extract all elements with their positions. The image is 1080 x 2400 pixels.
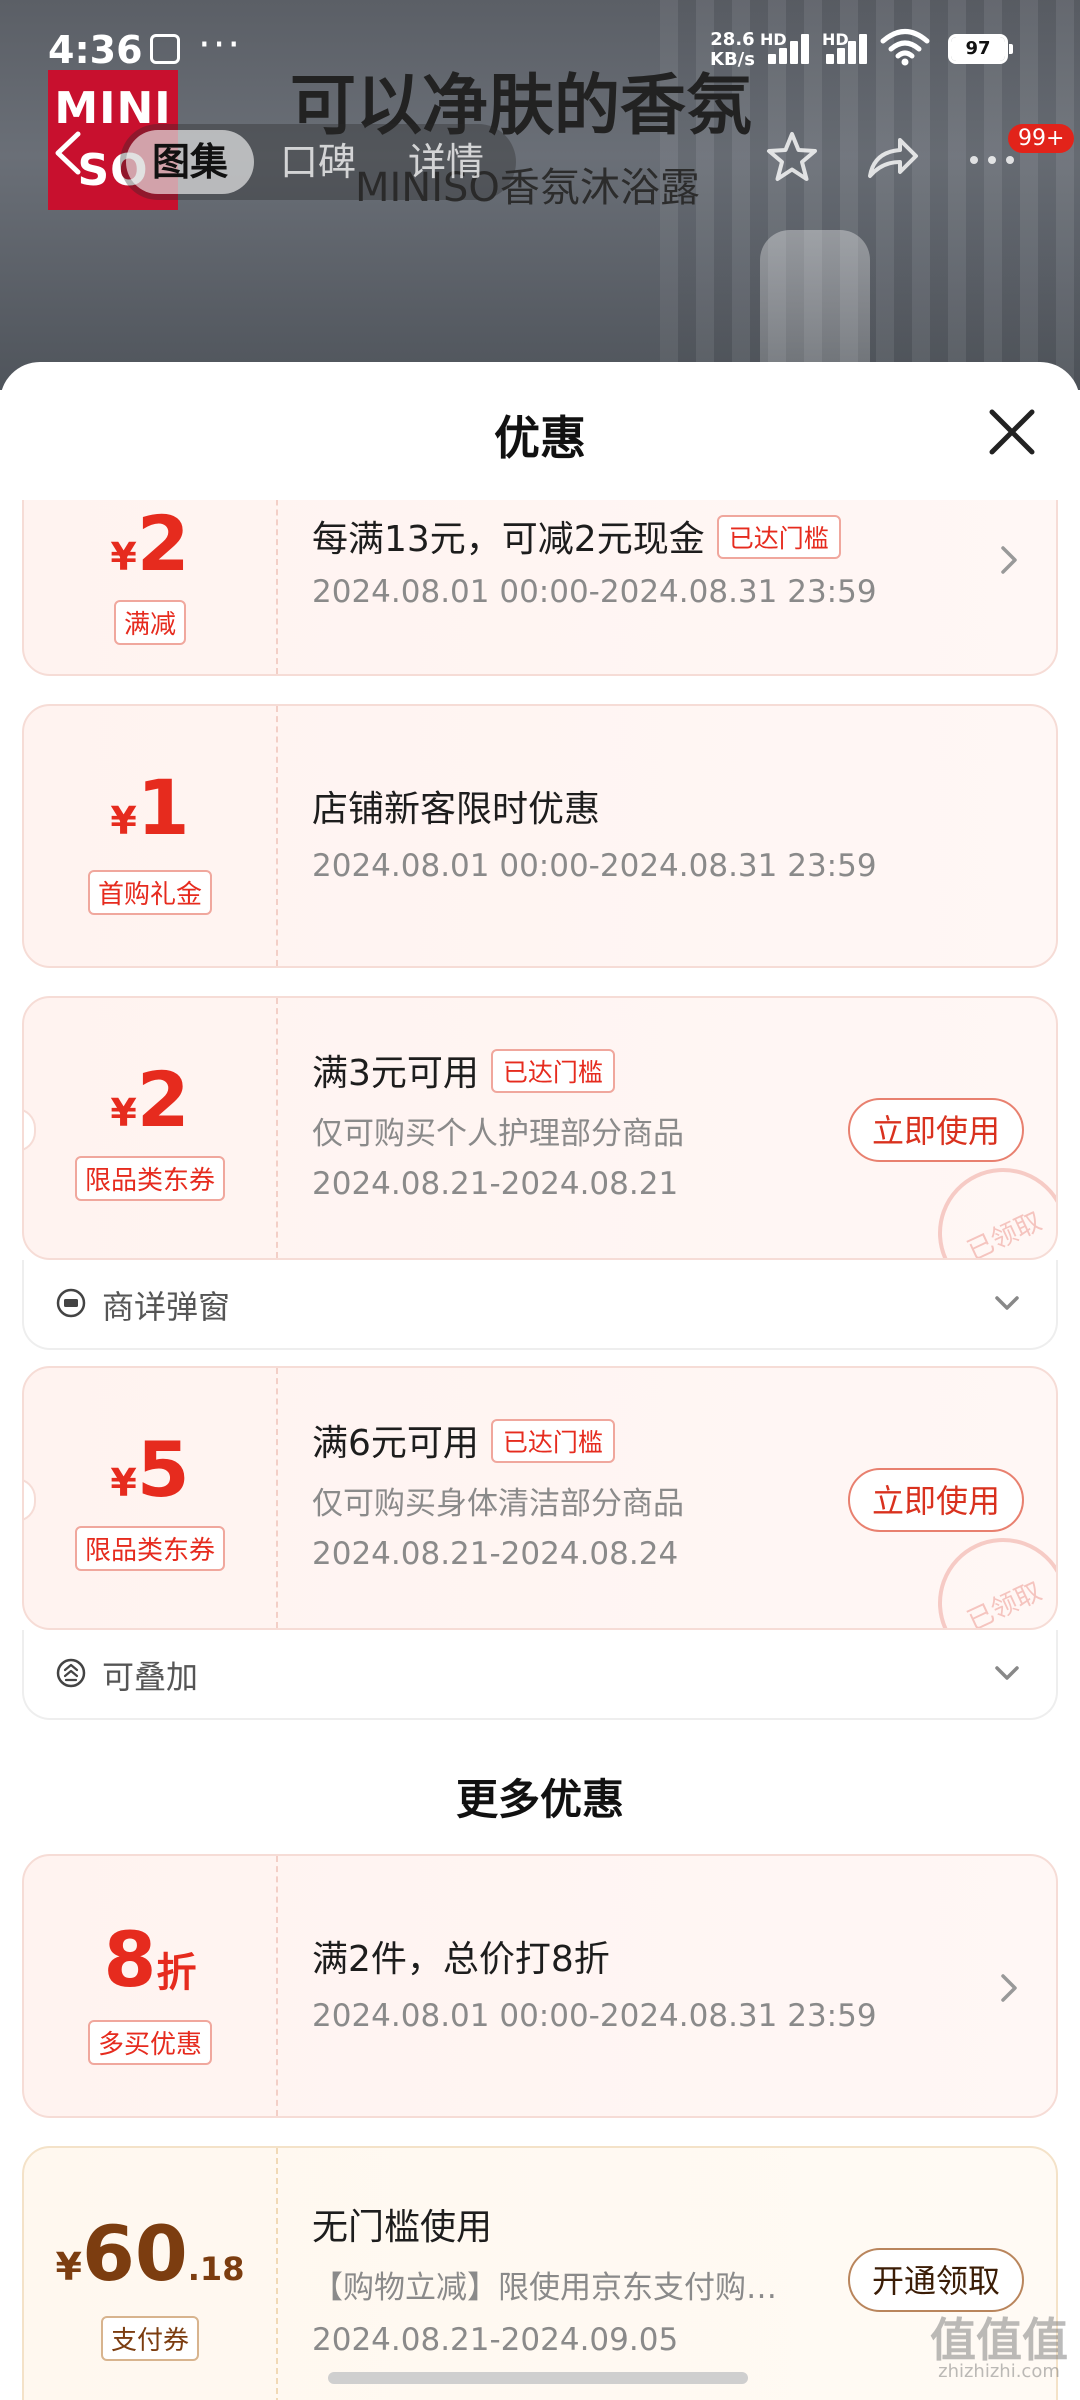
coupon-title: 无门槛使用 bbox=[312, 2207, 493, 2248]
status-bar: 4:36 ··· 28.6 KB/s HD HD 97 bbox=[0, 0, 1080, 100]
discount-sheet: 优惠 ¥2 满减 每满13元，可减2元现金 已达门槛 2024.08.01 00:… bbox=[0, 362, 1080, 2400]
ticket-icon bbox=[56, 1288, 86, 1318]
tab-gallery[interactable]: 图集 bbox=[126, 130, 255, 194]
discount-card[interactable]: 8折 多买优惠 满2件，总价打8折 2024.08.01 00:00-2024.… bbox=[22, 1854, 1058, 2118]
threshold-reached-tag: 已达门槛 bbox=[490, 1419, 615, 1463]
coupon-amount-area: ¥1 首购礼金 bbox=[24, 706, 278, 966]
coupon-title: 每满13元，可减2元现金 已达门槛 bbox=[312, 510, 841, 562]
coupon-validity-date: 2024.08.01 00:00-2024.08.31 23:59 bbox=[312, 848, 877, 884]
coupon-card[interactable]: ¥2 限品类东券 满3元可用 已达门槛 仅可购买个人护理部分商品 2024.08.… bbox=[22, 996, 1058, 1260]
coupon-title: 满2件，总价打8折 bbox=[312, 1939, 610, 1980]
coupon-amount: ¥2 bbox=[110, 1055, 190, 1144]
tab-details[interactable]: 详情 bbox=[382, 130, 510, 194]
coupon-amount-area: 8折 多买优惠 bbox=[24, 1856, 278, 2116]
watermark-url: zhizhizhi.com bbox=[938, 2361, 1060, 2382]
coupon-amount: ¥2 bbox=[110, 500, 190, 588]
more-notifications-icon: ··· bbox=[198, 22, 243, 68]
share-icon[interactable] bbox=[862, 128, 922, 188]
coupon-extra-row[interactable]: 可叠加 bbox=[22, 1630, 1058, 1720]
coupon-amount: ¥60.18 bbox=[55, 2209, 245, 2298]
close-icon[interactable] bbox=[982, 402, 1042, 462]
coupon-extra-row[interactable]: 商详弹窗 bbox=[22, 1260, 1058, 1350]
chevron-down-icon[interactable] bbox=[992, 1292, 1022, 1314]
use-now-button[interactable]: 立即使用 bbox=[848, 1098, 1024, 1162]
signal-icon-2 bbox=[826, 30, 878, 64]
threshold-reached-tag: 已达门槛 bbox=[490, 1049, 615, 1093]
message-count-badge: 99+ bbox=[1008, 124, 1075, 153]
coupon-extra-label: 可叠加 bbox=[102, 1658, 199, 1696]
network-speed-unit: KB/s bbox=[710, 49, 755, 70]
network-speed-value: 28.6 bbox=[710, 29, 755, 50]
more-discounts-heading: 更多优惠 bbox=[455, 1775, 624, 1824]
chevron-right-icon[interactable] bbox=[998, 1970, 1020, 2006]
signal-icon-1 bbox=[768, 30, 820, 64]
coupon-amount-area: ¥5 限品类东券 bbox=[24, 1368, 278, 1628]
coupon-card[interactable]: ¥1 首购礼金 店铺新客限时优惠 2024.08.01 00:00-2024.0… bbox=[22, 704, 1058, 968]
discount-rate: 8折 bbox=[103, 1915, 197, 2004]
coupon-type-tag: 首购礼金 bbox=[87, 870, 213, 915]
coupon-scope: 仅可购买身体清洁部分商品 bbox=[312, 1486, 684, 1522]
coupon-type-tag: 限品类东券 bbox=[74, 1526, 226, 1571]
star-favorite-icon[interactable] bbox=[762, 128, 822, 188]
coupon-amount-area: ¥2 满减 bbox=[24, 500, 278, 674]
coupon-amount: ¥5 bbox=[110, 1425, 190, 1514]
status-time: 4:36 bbox=[48, 28, 143, 72]
coupon-title: 店铺新客限时优惠 bbox=[312, 789, 601, 830]
coupon-validity-date: 2024.08.01 00:00-2024.08.31 23:59 bbox=[312, 1998, 877, 2034]
coupon-title: 满3元可用 已达门槛 bbox=[312, 1044, 615, 1096]
coupon-validity-date: 2024.08.01 00:00-2024.08.31 23:59 bbox=[312, 574, 877, 610]
use-now-button[interactable]: 立即使用 bbox=[848, 1468, 1024, 1532]
coupon-amount: ¥1 bbox=[110, 763, 190, 852]
coupon-title: 满6元可用 已达门槛 bbox=[312, 1414, 615, 1466]
coupon-scope: 仅可购买个人护理部分商品 bbox=[312, 1116, 684, 1152]
sheet-title: 优惠 bbox=[494, 411, 586, 465]
coupon-validity-date: 2024.08.21-2024.08.21 bbox=[312, 1166, 679, 1202]
coupon-amount-area: ¥2 限品类东券 bbox=[24, 998, 278, 1258]
watermark-main: 值值值 bbox=[930, 2313, 1068, 2367]
coupon-extra-label: 商详弹窗 bbox=[102, 1288, 231, 1326]
stackable-icon bbox=[56, 1658, 86, 1688]
coupon-card[interactable]: ¥5 限品类东券 满6元可用 已达门槛 仅可购买身体清洁部分商品 2024.08.… bbox=[22, 1366, 1058, 1630]
notification-app-icon bbox=[150, 34, 180, 64]
coupon-card[interactable]: ¥2 满减 每满13元，可减2元现金 已达门槛 2024.08.01 00:00-… bbox=[22, 500, 1058, 676]
network-speed: 28.6 KB/s bbox=[710, 30, 755, 70]
home-indicator[interactable] bbox=[328, 2372, 748, 2384]
coupon-type-tag: 支付券 bbox=[100, 2316, 200, 2361]
payment-coupon-card[interactable]: ¥60.18 支付券 无门槛使用 【购物立减】限使用京东支付购… 2024.08… bbox=[22, 2146, 1058, 2400]
chevron-down-icon[interactable] bbox=[992, 1662, 1022, 1684]
product-nav-tabs: 图集 口碑 详情 bbox=[120, 124, 517, 200]
coupon-type-tag: 限品类东券 bbox=[74, 1156, 226, 1201]
coupon-amount-area: ¥60.18 支付券 bbox=[24, 2148, 278, 2400]
activate-claim-button[interactable]: 开通领取 bbox=[848, 2248, 1024, 2312]
claimed-stamp: 已领取 bbox=[916, 1146, 1056, 1258]
chevron-right-icon[interactable] bbox=[998, 542, 1020, 578]
coupon-validity-date: 2024.08.21-2024.09.05 bbox=[312, 2322, 679, 2358]
back-arrow-icon[interactable] bbox=[48, 128, 88, 178]
wifi-icon bbox=[880, 29, 930, 66]
coupon-type-tag: 满减 bbox=[113, 600, 187, 645]
threshold-reached-tag: 已达门槛 bbox=[716, 515, 841, 559]
claimed-stamp: 已领取 bbox=[916, 1516, 1056, 1628]
tab-reviews[interactable]: 口碑 bbox=[254, 130, 382, 194]
coupon-type-tag: 多买优惠 bbox=[87, 2020, 213, 2065]
coupon-list: ¥2 满减 每满13元，可减2元现金 已达门槛 2024.08.01 00:00-… bbox=[0, 500, 1080, 2400]
coupon-validity-date: 2024.08.21-2024.08.24 bbox=[312, 1536, 679, 1572]
battery-icon: 97 bbox=[948, 34, 1013, 64]
coupon-scope: 【购物立减】限使用京东支付购… bbox=[312, 2270, 777, 2306]
site-watermark: 值值值 zhizhizhi.com bbox=[930, 2317, 1068, 2382]
